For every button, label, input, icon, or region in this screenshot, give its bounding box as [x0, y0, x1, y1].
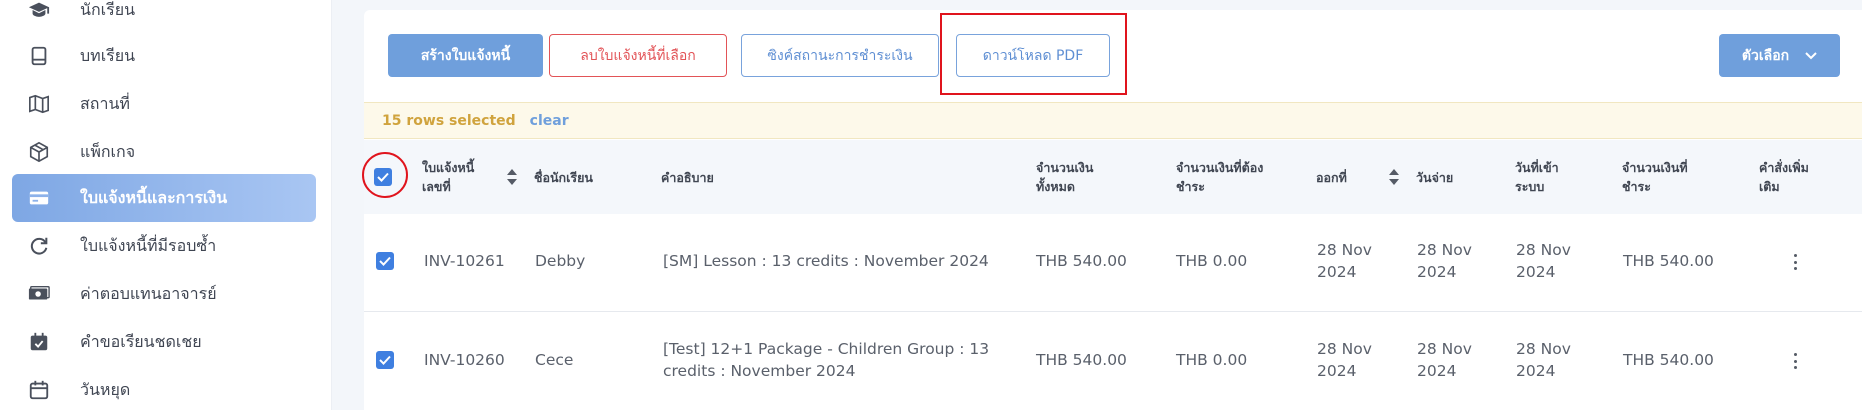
- invoice-number[interactable]: INV-10261: [424, 250, 505, 272]
- sidebar-item-invoices[interactable]: ใบแจ้งหนี้และการเงิน: [12, 174, 316, 222]
- map-icon: [26, 91, 52, 117]
- calendar-icon: [26, 377, 52, 403]
- description: [Test] 12+1 Package - Children Group : 1…: [663, 340, 990, 380]
- sidebar: นักเรียน บทเรียน สถานที่ แพ็กเกจ ใบแจ้งห…: [0, 0, 332, 410]
- amount-due: THB 0.00: [1176, 351, 1248, 369]
- total-amount: THB 540.00: [1036, 351, 1127, 369]
- calendar-check-icon: [26, 329, 52, 355]
- sidebar-item-label: ใบแจ้งหนี้และการเงิน: [80, 187, 228, 207]
- package-icon: [26, 139, 52, 165]
- highlight-circle: [362, 152, 408, 198]
- more-actions-icon[interactable]: [1792, 254, 1798, 270]
- created-date: 28 Nov 2024: [1516, 340, 1571, 380]
- selection-bar: 15 rows selected clear: [364, 102, 1862, 139]
- invoice-number[interactable]: INV-10260: [424, 349, 505, 371]
- sidebar-item-label: แพ็กเกจ: [80, 141, 136, 161]
- header-due-date: วันจ่าย: [1416, 170, 1454, 185]
- sort-icon[interactable]: [507, 169, 517, 185]
- student-name: Debby: [535, 252, 586, 270]
- sidebar-item-label: บทเรียน: [80, 45, 136, 65]
- sidebar-item-packages[interactable]: แพ็กเกจ: [12, 128, 316, 176]
- create-invoice-button[interactable]: สร้างใบแจ้งหนี้: [388, 34, 543, 77]
- table-header: ใบแจ้งหนี้ เลขที่ ชื่อนักเรียน คำอธิบาย …: [364, 140, 1862, 214]
- invoice-list-panel: สร้างใบแจ้งหนี้ ลบใบแจ้งหนี้ที่เลือก ซิง…: [362, 10, 1862, 410]
- amount-due: THB 0.00: [1176, 252, 1248, 270]
- header-issued[interactable]: ออกที่: [1316, 168, 1347, 187]
- sidebar-item-lessons[interactable]: บทเรียน: [12, 32, 316, 80]
- header-created: วันที่เข้า ระบบ: [1515, 160, 1559, 194]
- header-total-amount: จำนวนเงิน ทั้งหมด: [1036, 160, 1094, 194]
- recurring-icon: [26, 233, 52, 259]
- header-description: คำอธิบาย: [661, 170, 714, 185]
- sidebar-item-label: นักเรียน: [80, 0, 135, 19]
- sidebar-item-holidays[interactable]: วันหยุด: [12, 366, 316, 410]
- due-date: 28 Nov 2024: [1417, 340, 1472, 380]
- issued-date: 28 Nov 2024: [1317, 340, 1372, 380]
- header-invoice-no[interactable]: ใบแจ้งหนี้ เลขที่: [422, 158, 474, 196]
- selected-count: 15 rows selected: [382, 112, 516, 129]
- due-date: 28 Nov 2024: [1417, 241, 1472, 281]
- row-checkbox[interactable]: [376, 252, 394, 270]
- sync-payment-status-button[interactable]: ซิงค์สถานะการชำระเงิน: [741, 34, 939, 77]
- table-row[interactable]: INV-10261 Debby [SM] Lesson : 13 credits…: [364, 214, 1862, 312]
- header-amount-paid: จำนวนเงินที่ ชำระ: [1622, 160, 1688, 194]
- graduation-cap-icon: [26, 0, 52, 23]
- more-actions-icon[interactable]: [1792, 353, 1798, 369]
- sidebar-item-label: สถานที่: [80, 93, 130, 113]
- delete-selected-button[interactable]: ลบใบแจ้งหนี้ที่เลือก: [549, 34, 727, 77]
- credit-card-icon: [26, 185, 52, 211]
- sidebar-item-recurring-invoices[interactable]: ใบแจ้งหนี้ที่มีรอบซ้ำ: [12, 222, 316, 270]
- issued-date: 28 Nov 2024: [1317, 241, 1372, 281]
- options-label: ตัวเลือก: [1741, 47, 1790, 64]
- amount-paid: THB 540.00: [1623, 351, 1714, 369]
- header-student-name: ชื่อนักเรียน: [534, 170, 593, 185]
- money-icon: [26, 281, 52, 307]
- sidebar-item-teacher-payroll[interactable]: ค่าตอบแทนอาจารย์: [12, 270, 316, 318]
- clear-selection-link[interactable]: clear: [530, 113, 569, 129]
- options-dropdown-button[interactable]: ตัวเลือก: [1719, 34, 1840, 77]
- sidebar-item-label: คำขอเรียนชดเชย: [80, 331, 202, 351]
- amount-paid: THB 540.00: [1623, 252, 1714, 270]
- book-icon: [26, 43, 52, 69]
- highlight-box: [940, 13, 1127, 95]
- sort-icon[interactable]: [1389, 169, 1399, 185]
- student-name: Cece: [535, 351, 574, 369]
- sidebar-item-students[interactable]: นักเรียน: [12, 0, 316, 34]
- sidebar-item-label: ใบแจ้งหนี้ที่มีรอบซ้ำ: [80, 235, 217, 255]
- created-date: 28 Nov 2024: [1516, 241, 1571, 281]
- row-checkbox[interactable]: [376, 351, 394, 369]
- sidebar-item-label: วันหยุด: [80, 379, 131, 399]
- description: [SM] Lesson : 13 credits : November 2024: [663, 252, 989, 270]
- header-amount-due: จำนวนเงินที่ต้อง ชำระ: [1176, 160, 1264, 194]
- chevron-down-icon: [1805, 51, 1817, 59]
- sidebar-item-label: ค่าตอบแทนอาจารย์: [80, 283, 217, 303]
- sidebar-item-makeup-requests[interactable]: คำขอเรียนชดเชย: [12, 318, 316, 366]
- sidebar-item-locations[interactable]: สถานที่: [12, 80, 316, 128]
- header-more-actions: คำสั่งเพิ่ม เติม: [1759, 160, 1809, 194]
- total-amount: THB 540.00: [1036, 252, 1127, 270]
- table-row[interactable]: INV-10260 Cece [Test] 12+1 Package - Chi…: [364, 313, 1862, 410]
